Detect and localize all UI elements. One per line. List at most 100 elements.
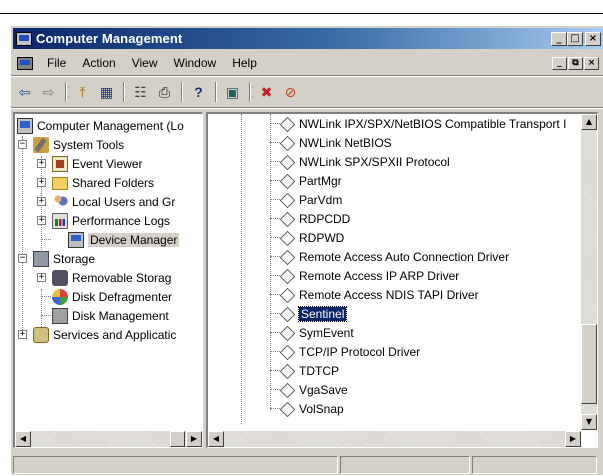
- driver-icon: [280, 269, 294, 283]
- tree-item-selected[interactable]: Device Manager: [41, 230, 180, 249]
- device-item-selected[interactable]: Sentinel: [270, 304, 348, 323]
- tree-item[interactable]: + Services and Applicatic: [17, 325, 176, 344]
- expand-toggle[interactable]: +: [37, 178, 46, 187]
- tree-item[interactable]: Computer Management (Lo: [17, 116, 184, 135]
- back-icon[interactable]: ⇦: [13, 81, 36, 103]
- device-list-pane[interactable]: NWLink IPX/SPX/NetBIOS Compatible Transp…: [206, 112, 598, 448]
- forward-icon[interactable]: ⇨: [37, 81, 60, 103]
- device-item[interactable]: NWLink SPX/SPXII Protocol: [270, 152, 450, 171]
- status-bar: [13, 456, 603, 476]
- toolbar-separator: [11, 75, 603, 77]
- menu-help[interactable]: Help: [224, 56, 265, 70]
- scroll-left-button[interactable]: ◀: [208, 431, 224, 447]
- device-item[interactable]: VolSnap: [270, 399, 344, 418]
- tree-item-label: Computer Management (Lo: [37, 118, 184, 133]
- device-item[interactable]: VgaSave: [270, 380, 348, 399]
- scroll-left-button[interactable]: ◀: [15, 431, 31, 447]
- tree-item[interactable]: Disk Defragmenter: [41, 287, 173, 306]
- tree-item-label: Removable Storag: [72, 270, 172, 285]
- device-item[interactable]: NWLink NetBIOS: [270, 133, 392, 152]
- device-label: NWLink NetBIOS: [299, 135, 392, 150]
- device-item[interactable]: Remote Access NDIS TAPI Driver: [270, 285, 479, 304]
- menu-view[interactable]: View: [124, 56, 166, 70]
- device-label: TDTCP: [299, 363, 339, 378]
- help-icon[interactable]: ?: [187, 81, 210, 103]
- tree-item[interactable]: + Shared Folders: [36, 173, 154, 192]
- scan-hardware-icon[interactable]: ▣: [221, 81, 244, 103]
- tree-item[interactable]: + Performance Logs: [36, 211, 170, 230]
- minimize-button[interactable]: _: [551, 31, 567, 46]
- device-item[interactable]: PartMgr: [270, 171, 342, 190]
- window-title: Computer Management: [36, 31, 183, 46]
- device-item[interactable]: Remote Access Auto Connection Driver: [270, 247, 509, 266]
- tree-item-label: Services and Applicatic: [53, 327, 177, 342]
- expand-toggle[interactable]: +: [37, 273, 46, 282]
- system-menu-icon[interactable]: [17, 56, 33, 70]
- device-horizontal-scrollbar[interactable]: ◀ ▶: [208, 431, 581, 447]
- properties-icon[interactable]: ☷: [129, 81, 152, 103]
- tree-item[interactable]: + Local Users and Gr: [36, 192, 175, 211]
- services-applications-icon: [33, 326, 49, 343]
- uninstall-icon[interactable]: ✖: [255, 81, 278, 103]
- print-icon[interactable]: ⎙: [153, 81, 176, 103]
- tree-horizontal-scrollbar[interactable]: ◀ ▶: [15, 431, 202, 447]
- computer-management-window: Computer Management _ □ × File Action Vi…: [10, 25, 603, 475]
- device-item[interactable]: RDPWD: [270, 228, 344, 247]
- scroll-up-button[interactable]: ▲: [581, 114, 597, 130]
- collapse-toggle[interactable]: −: [18, 140, 27, 149]
- tree-item[interactable]: Disk Management: [41, 306, 169, 325]
- tree-item[interactable]: + Event Viewer: [36, 154, 142, 173]
- menu-window[interactable]: Window: [166, 56, 225, 70]
- scroll-right-button[interactable]: ▶: [186, 431, 202, 447]
- driver-icon: [280, 307, 294, 321]
- expand-toggle[interactable]: +: [37, 197, 46, 206]
- device-label: TCP/IP Protocol Driver: [299, 344, 421, 359]
- expand-toggle[interactable]: +: [18, 330, 27, 339]
- device-label: ParVdm: [299, 192, 343, 207]
- title-bar[interactable]: Computer Management _ □ ×: [13, 28, 603, 49]
- close-button[interactable]: ×: [585, 31, 601, 46]
- menu-file[interactable]: File: [39, 56, 74, 70]
- device-item[interactable]: RDPCDD: [270, 209, 350, 228]
- device-vertical-scrollbar[interactable]: ▲ ▼: [581, 114, 597, 430]
- up-folder-icon[interactable]: ⤒: [71, 81, 94, 103]
- tree-item-label: Disk Defragmenter: [72, 289, 173, 304]
- console-tree[interactable]: Computer Management (Lo − System Tools +…: [13, 112, 203, 448]
- expand-toggle[interactable]: +: [37, 216, 46, 225]
- tree-item-label: System Tools: [53, 137, 125, 152]
- device-item[interactable]: Remote Access IP ARP Driver: [270, 266, 459, 285]
- toolbar-divider: [123, 82, 125, 102]
- system-tools-icon: [33, 136, 49, 153]
- device-item[interactable]: SymEvent: [270, 323, 354, 342]
- device-item[interactable]: TDTCP: [270, 361, 339, 380]
- device-label: VgaSave: [299, 382, 348, 397]
- tree-item[interactable]: + Removable Storag: [36, 268, 171, 287]
- device-item[interactable]: TCP/IP Protocol Driver: [270, 342, 420, 361]
- driver-icon: [280, 193, 294, 207]
- scroll-down-button[interactable]: ▼: [581, 414, 597, 430]
- scroll-right-button[interactable]: ▶: [565, 431, 581, 447]
- disable-device-icon[interactable]: ⊘: [279, 81, 302, 103]
- child-close-button[interactable]: ×: [584, 56, 599, 70]
- device-item[interactable]: NWLink IPX/SPX/NetBIOS Compatible Transp…: [270, 114, 566, 133]
- tree-item[interactable]: − Storage: [17, 249, 95, 268]
- local-users-icon: [52, 193, 68, 210]
- maximize-button[interactable]: □: [567, 31, 583, 46]
- device-label: PartMgr: [299, 173, 342, 188]
- driver-icon: [280, 288, 294, 302]
- horizontal-thumb[interactable]: [170, 431, 185, 447]
- child-minimize-button[interactable]: _: [552, 56, 567, 70]
- disk-management-icon: [52, 307, 68, 324]
- menu-action[interactable]: Action: [74, 56, 123, 70]
- menu-bar: File Action View Window Help _ ⧉ ×: [13, 53, 603, 73]
- computer-icon: [17, 117, 33, 134]
- toolbar-divider: [215, 82, 217, 102]
- device-item[interactable]: ParVdm: [270, 190, 342, 209]
- show-hide-tree-icon[interactable]: ▦: [95, 81, 118, 103]
- tree-item[interactable]: − System Tools: [17, 135, 124, 154]
- collapse-toggle[interactable]: −: [18, 254, 27, 263]
- child-restore-button[interactable]: ⧉: [568, 56, 583, 70]
- storage-icon: [33, 250, 49, 267]
- vertical-thumb[interactable]: [581, 324, 597, 404]
- expand-toggle[interactable]: +: [37, 159, 46, 168]
